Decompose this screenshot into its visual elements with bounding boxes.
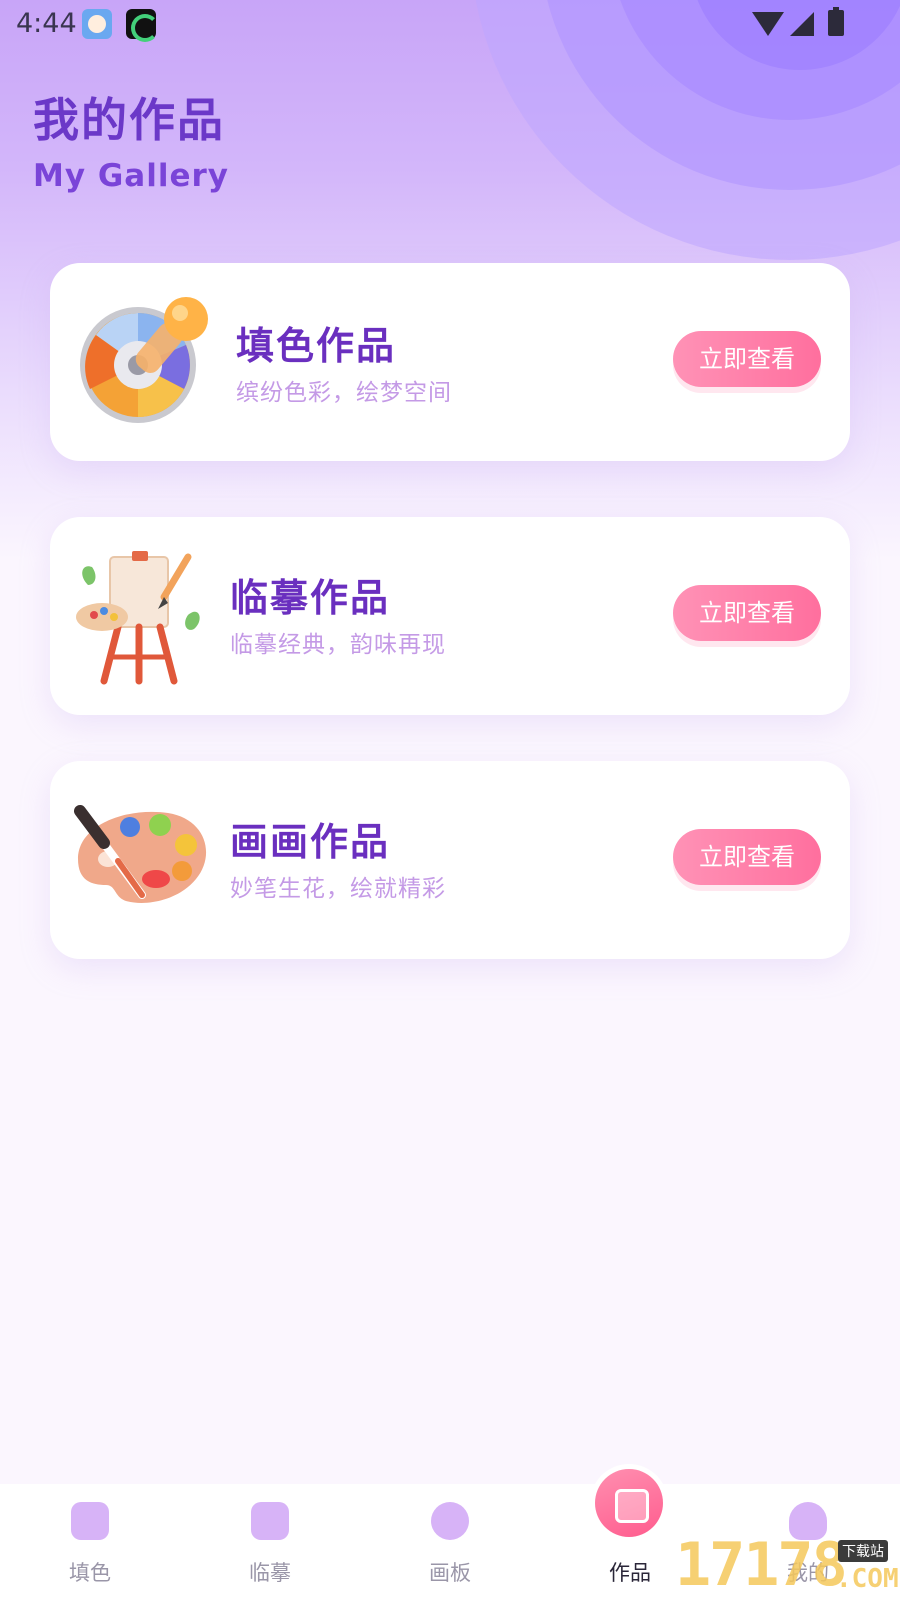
card-tracing-works[interactable]: 临摹作品 临摹经典，韵味再现 立即查看: [50, 517, 850, 715]
status-bar: 4:44: [0, 0, 900, 48]
view-tracing-works-button[interactable]: 立即查看: [673, 585, 821, 641]
card-title: 填色作品: [236, 324, 397, 368]
page-title: 我的作品: [33, 93, 225, 147]
nav-item-tracing[interactable]: 临摹: [210, 1484, 330, 1600]
nav-label: 作品: [609, 1561, 651, 1585]
nav-label: 临摹: [249, 1561, 291, 1585]
battery-icon: [828, 7, 844, 36]
watermark-logo: 17178: [675, 1530, 848, 1600]
palette-icon: [431, 1502, 469, 1540]
tracing-icon: [251, 1502, 289, 1540]
nav-item-palette[interactable]: 画板: [390, 1484, 510, 1600]
gallery-tab-button[interactable]: [590, 1464, 668, 1542]
card-description: 缤纷色彩，绘梦空间: [236, 380, 452, 406]
card-coloring-works[interactable]: 填色作品 缤纷色彩，绘梦空间 立即查看: [50, 263, 850, 461]
nav-label: 填色: [69, 1561, 111, 1585]
view-coloring-works-button[interactable]: 立即查看: [673, 331, 821, 387]
view-painting-works-button[interactable]: 立即查看: [673, 829, 821, 885]
easel-canvas-icon: [76, 551, 200, 685]
signal-icon: [790, 12, 814, 36]
coloring-icon: [71, 1502, 109, 1540]
nav-label: 画板: [429, 1561, 471, 1585]
paint-palette-icon: [74, 805, 207, 903]
page-subtitle: My Gallery: [33, 158, 229, 194]
card-description: 临摹经典，韵味再现: [230, 632, 446, 658]
card-description: 妙笔生花，绘就精彩: [230, 876, 446, 902]
watermark-domain: .COM: [836, 1564, 899, 1594]
color-wheel-dropper-icon: [80, 297, 208, 423]
watermark-tag: 下载站: [838, 1540, 888, 1562]
nav-item-coloring[interactable]: 填色: [30, 1484, 150, 1600]
app-notification-icon: [82, 9, 112, 39]
app-notification-icon: [126, 9, 159, 42]
wifi-icon: [752, 12, 784, 36]
card-title: 画画作品: [230, 820, 391, 864]
card-title: 临摹作品: [230, 576, 391, 620]
card-painting-works[interactable]: 画画作品 妙笔生花，绘就精彩 立即查看: [50, 761, 850, 959]
status-time: 4:44: [16, 8, 77, 39]
gallery-icon: [595, 1469, 663, 1537]
